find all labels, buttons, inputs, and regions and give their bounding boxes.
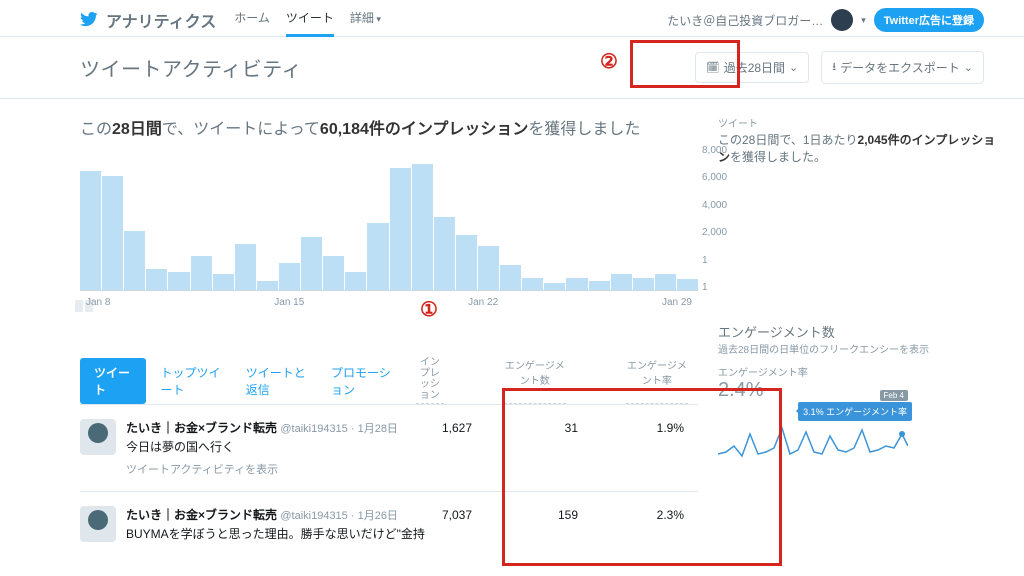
bar[interactable] bbox=[279, 263, 300, 290]
export-button[interactable]: ⭳ データをエクスポート ⌄ bbox=[821, 51, 984, 84]
metric-impressions: 7,037 bbox=[428, 508, 472, 522]
bar[interactable] bbox=[677, 279, 698, 290]
top-nav: アナリティクス ホーム ツイート 詳細 たいき＠自己投資ブロガー… ▾ Twit… bbox=[0, 0, 1024, 34]
date-range-label: 過去28日間 bbox=[724, 59, 785, 76]
th-engagements: エンゲージメント数 bbox=[504, 357, 566, 404]
x-tick: Jan 22 bbox=[468, 297, 498, 308]
page-header: ツイートアクティビティ 🗓 過去28日間 ⌄ ⭳ データをエクスポート ⌄ ② bbox=[0, 37, 1024, 98]
nav-home[interactable]: ホーム bbox=[234, 3, 270, 37]
tab-top-tweets[interactable]: トップツイート bbox=[160, 364, 227, 398]
metric-engagements: 31 bbox=[534, 421, 578, 435]
impressions-chart: Jan 8 Jan 15 Jan 22 Jan 29 8,000 6,000 4… bbox=[80, 149, 698, 321]
bar[interactable] bbox=[500, 265, 521, 290]
bar[interactable] bbox=[633, 278, 654, 290]
bar[interactable] bbox=[191, 256, 212, 290]
tooltip: 3.1% エンゲージメント率 bbox=[798, 402, 912, 421]
bar[interactable] bbox=[478, 246, 499, 290]
bar[interactable] bbox=[168, 272, 189, 290]
impressions-summary: この28日間で、ツイートによって60,184件のインプレッションを獲得しました bbox=[80, 115, 698, 139]
side-impressions-text: この28日間で、1日あたり2,045件のインプレッションを獲得しました。 bbox=[718, 132, 1002, 166]
bar[interactable] bbox=[257, 281, 278, 290]
bar[interactable] bbox=[589, 281, 610, 290]
engagement-rate-value: 2.4% bbox=[718, 379, 1002, 402]
nav: ホーム ツイート 詳細 bbox=[234, 3, 381, 37]
side-column: ツイート この28日間で、1日あたり2,045件のインプレッションを獲得しました… bbox=[718, 115, 1002, 551]
tweet-metrics: 1,627 31 1.9% bbox=[428, 419, 698, 477]
th-impressions: インプレッション bbox=[416, 357, 444, 404]
tab-tweets[interactable]: ツイート bbox=[80, 358, 146, 404]
bar[interactable] bbox=[456, 235, 477, 290]
metric-rate: 2.3% bbox=[640, 508, 684, 522]
chevron-down-icon: ⌄ bbox=[964, 61, 973, 74]
bar[interactable] bbox=[566, 278, 587, 290]
twitter-bird-icon bbox=[80, 10, 98, 31]
tab-replies[interactable]: ツイートと返信 bbox=[246, 364, 313, 398]
bar[interactable] bbox=[522, 278, 543, 290]
tweet-author: たいき｜お金×ブランド転売 bbox=[126, 508, 277, 522]
bar[interactable] bbox=[213, 274, 234, 290]
tweet-row[interactable]: たいき｜お金×ブランド転売 @taiki194315 · 1月26日 BUYMA… bbox=[80, 491, 698, 556]
tweet-text: 今日は夢の国へ行く bbox=[126, 438, 428, 455]
tweet-row[interactable]: たいき｜お金×ブランド転売 @taiki194315 · 1月28日 今日は夢の… bbox=[80, 404, 698, 491]
bar[interactable] bbox=[611, 274, 632, 290]
view-activity-link[interactable]: ツイートアクティビティを表示 bbox=[126, 461, 428, 477]
download-icon: ⭳ bbox=[832, 58, 836, 77]
engagement-sparkline: Feb 4 3.1% エンゲージメント率 bbox=[718, 406, 908, 466]
y-axis: 8,000 6,000 4,000 2,000 1 1 bbox=[702, 145, 736, 293]
chevron-down-icon: ⌄ bbox=[789, 61, 798, 74]
bar[interactable] bbox=[323, 256, 344, 290]
chevron-down-icon: ▾ bbox=[861, 15, 866, 26]
bar[interactable] bbox=[345, 272, 366, 290]
bar[interactable] bbox=[390, 168, 411, 290]
bar[interactable] bbox=[102, 176, 123, 290]
user-name: たいき＠自己投資ブロガー… bbox=[667, 12, 823, 29]
side-tweets-label: ツイート bbox=[718, 115, 1002, 130]
twitter-ads-button[interactable]: Twitter広告に登録 bbox=[874, 8, 984, 32]
metric-impressions: 1,627 bbox=[428, 421, 472, 435]
bar[interactable] bbox=[367, 223, 388, 290]
bar[interactable] bbox=[146, 269, 167, 290]
bar[interactable] bbox=[124, 231, 145, 290]
user-menu[interactable]: たいき＠自己投資ブロガー… ▾ Twitter広告に登録 bbox=[667, 8, 984, 32]
bar[interactable] bbox=[235, 244, 256, 290]
nav-tweets[interactable]: ツイート bbox=[286, 3, 334, 37]
x-tick: Jan 15 bbox=[274, 297, 304, 308]
bar[interactable] bbox=[655, 274, 676, 290]
bar[interactable] bbox=[434, 217, 455, 290]
bar[interactable] bbox=[412, 164, 433, 290]
tab-promoted[interactable]: プロモーション bbox=[331, 364, 398, 398]
avatar bbox=[80, 506, 116, 542]
main-column: この28日間で、ツイートによって60,184件のインプレッションを獲得しました … bbox=[80, 115, 698, 551]
th-engagement-rate: エンゲージメント率 bbox=[626, 357, 688, 404]
metric-rate: 1.9% bbox=[640, 421, 684, 435]
metric-engagements: 159 bbox=[534, 508, 578, 522]
nav-more[interactable]: 詳細 bbox=[350, 3, 381, 37]
date-range-button[interactable]: 🗓 過去28日間 ⌄ bbox=[695, 52, 810, 83]
engagement-rate-label: エンゲージメント率 bbox=[718, 364, 1002, 379]
page-title: ツイートアクティビティ bbox=[80, 53, 302, 82]
tweet-tabs: ツイート トップツイート ツイートと返信 プロモーション インプレッション エン… bbox=[80, 357, 698, 404]
brand-label: アナリティクス bbox=[106, 8, 216, 32]
x-tick: Jan 8 bbox=[86, 297, 110, 308]
tweet-text: BUYMAを学ぼうと思った理由。勝手な思いだけど"金持 bbox=[126, 525, 428, 542]
tweet-metrics: 7,037 159 2.3% bbox=[428, 506, 698, 542]
calendar-icon: 🗓 bbox=[706, 61, 720, 74]
engagement-heading: エンゲージメント数 bbox=[718, 322, 1002, 341]
bar[interactable] bbox=[301, 237, 322, 290]
bar[interactable] bbox=[80, 171, 101, 290]
bar[interactable] bbox=[544, 283, 565, 290]
x-tick: Jan 29 bbox=[662, 297, 692, 308]
tooltip-date: Feb 4 bbox=[880, 390, 908, 401]
export-label: データをエクスポート bbox=[840, 59, 960, 76]
table-header: インプレッション エンゲージメント数 エンゲージメント率 bbox=[416, 357, 698, 404]
avatar bbox=[80, 419, 116, 455]
engagement-sub: 過去28日間の日単位のフリークエンシーを表示 bbox=[718, 341, 1002, 356]
tweet-author: たいき｜お金×ブランド転売 bbox=[126, 421, 277, 435]
annotation-label-2: ② bbox=[600, 49, 618, 74]
avatar bbox=[831, 9, 853, 31]
annotation-label-1: ① bbox=[420, 297, 438, 322]
